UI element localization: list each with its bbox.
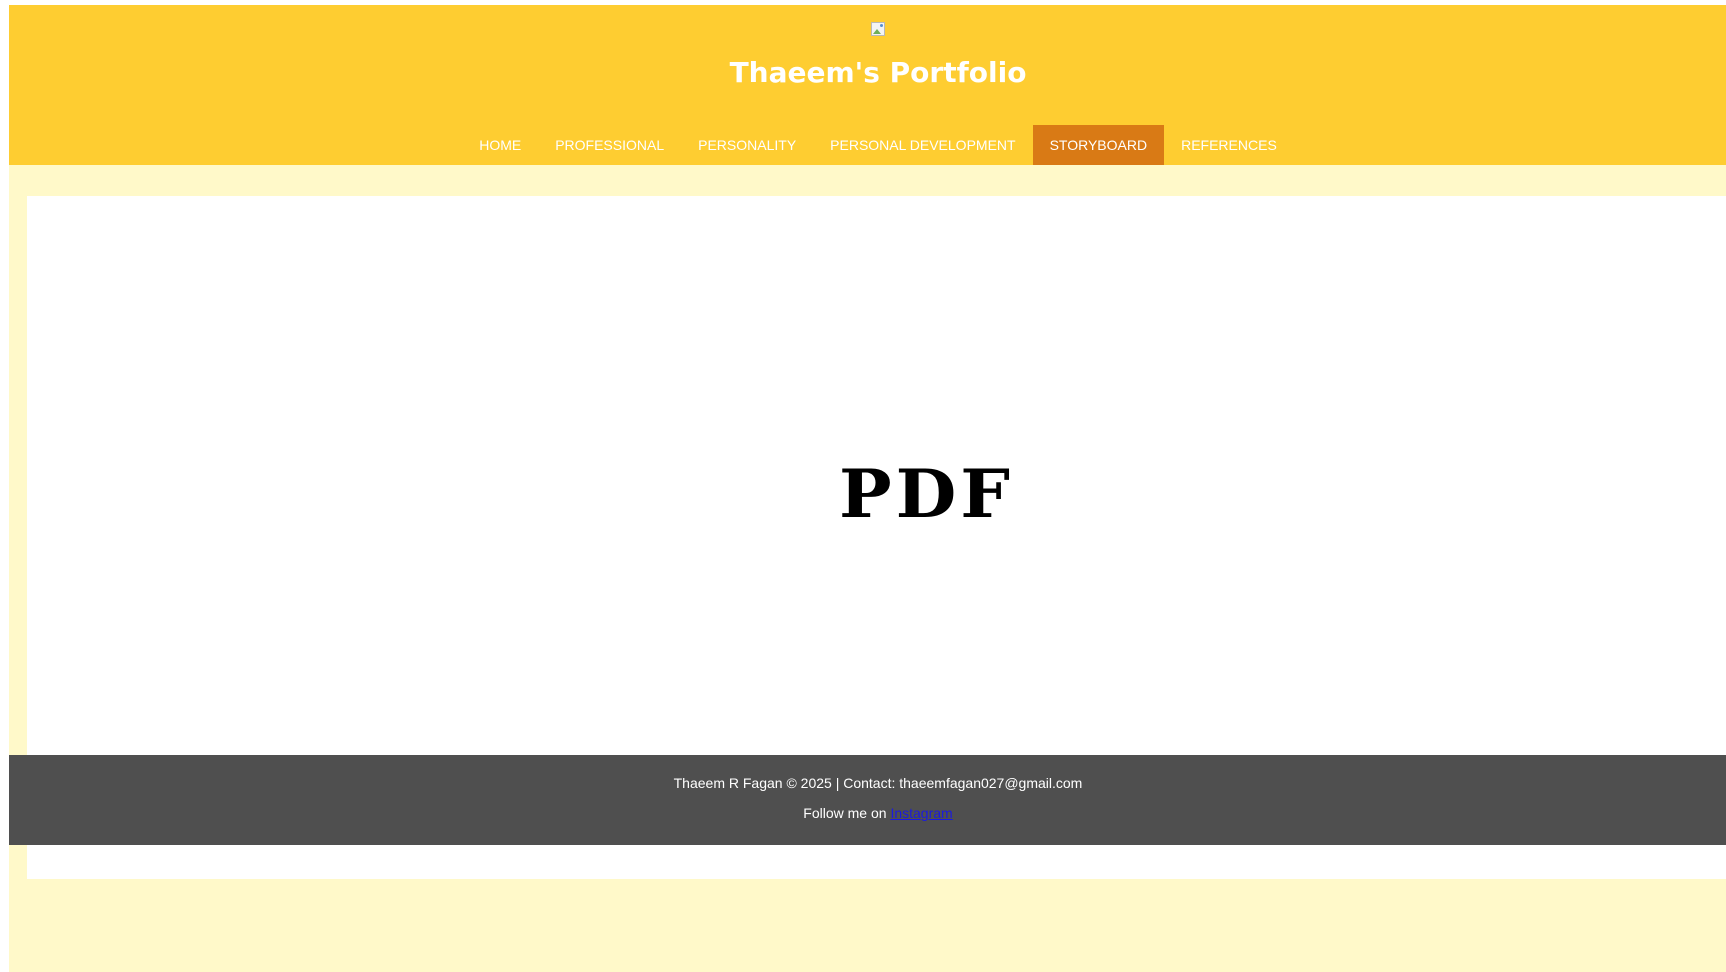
site-title: Thaeem's Portfolio xyxy=(729,56,1027,89)
nav-item-references[interactable]: REFERENCES xyxy=(1164,125,1294,165)
nav-item-storyboard[interactable]: STORYBOARD xyxy=(1032,125,1165,165)
broken-image-icon xyxy=(871,22,885,36)
nav-item-personality[interactable]: PERSONALITY xyxy=(681,125,813,165)
instagram-link[interactable]: Instagram xyxy=(890,805,952,821)
footer-follow-prefix: Follow me on xyxy=(803,805,891,821)
pdf-embed[interactable]: PDF xyxy=(27,196,1726,760)
browser-viewport: Thaeem's Portfolio HOME PROFESSIONAL PER… xyxy=(9,5,1726,972)
nav-item-professional[interactable]: PROFESSIONAL xyxy=(538,125,681,165)
main-nav: HOME PROFESSIONAL PERSONALITY PERSONAL D… xyxy=(9,125,1726,165)
nav-item-home[interactable]: HOME xyxy=(462,125,538,165)
site-footer: Thaeem R Fagan © 2025 | Contact: thaeemf… xyxy=(9,755,1726,845)
nav-item-personal-development[interactable]: PERSONAL DEVELOPMENT xyxy=(813,125,1032,165)
footer-follow: Follow me on Instagram xyxy=(9,803,1726,823)
pdf-placeholder-label: PDF xyxy=(838,454,1015,533)
site-header: Thaeem's Portfolio HOME PROFESSIONAL PER… xyxy=(9,5,1726,165)
footer-copyright: Thaeem R Fagan © 2025 | Contact: thaeemf… xyxy=(673,775,1083,791)
